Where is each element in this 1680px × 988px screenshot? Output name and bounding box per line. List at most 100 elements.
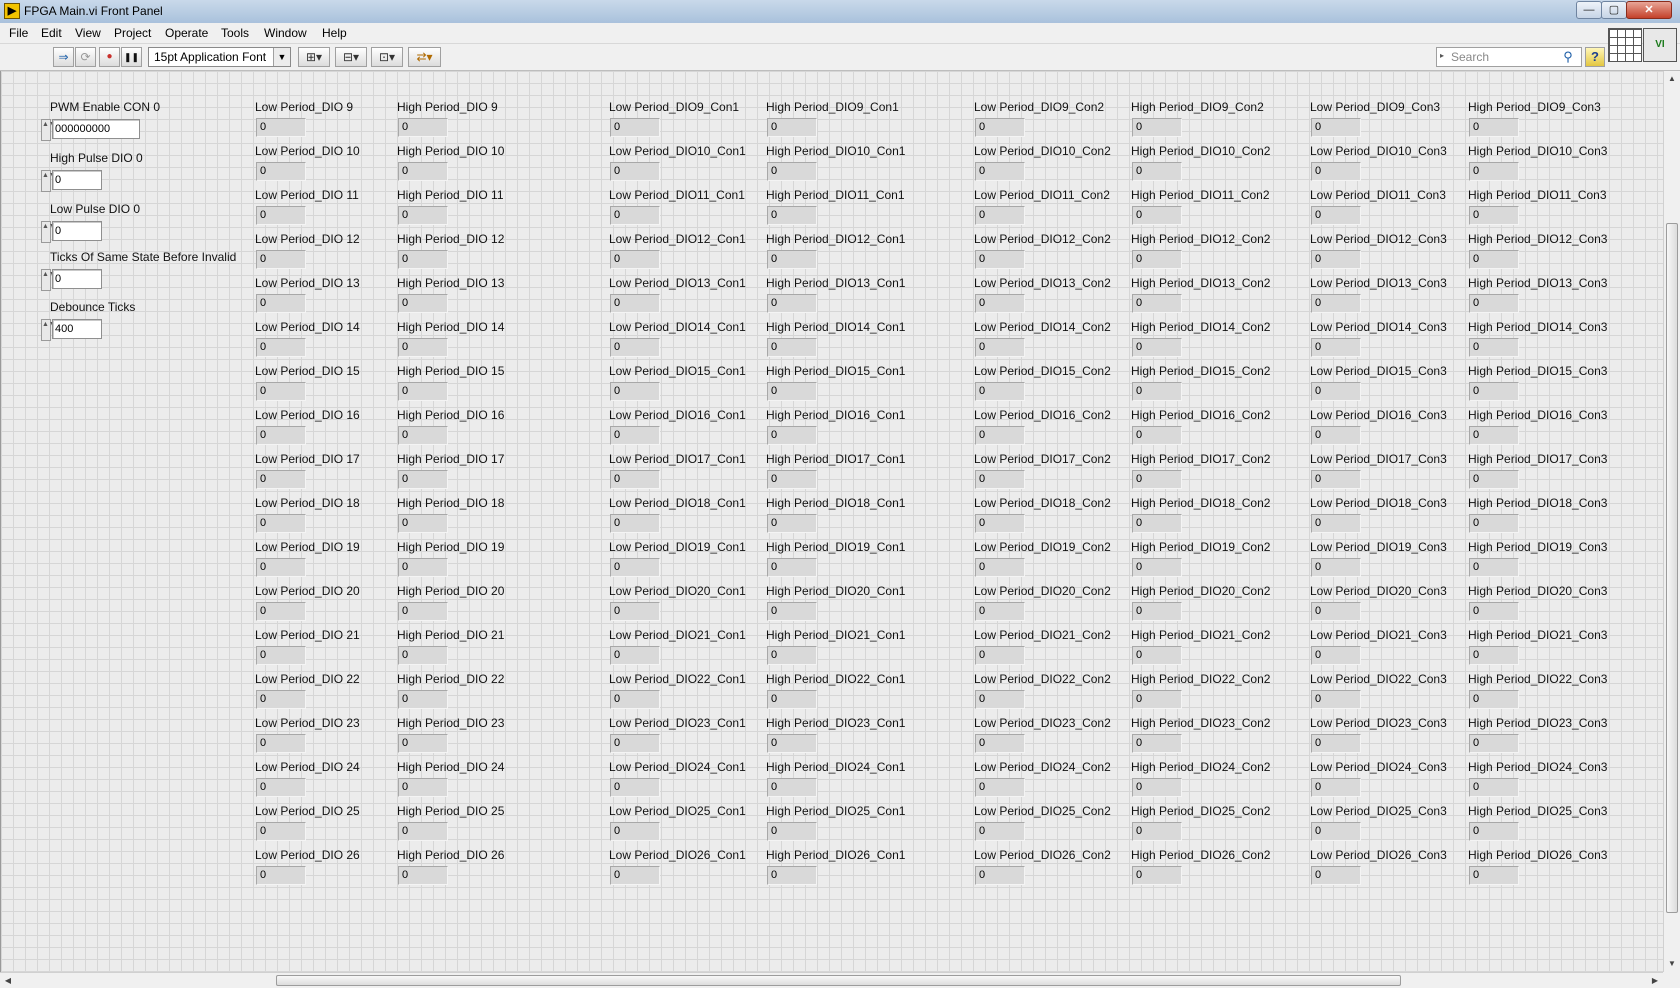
search-icon[interactable]: ⚲ [1559,49,1577,65]
indicator-label: Low Period_DIO26_Con3 [1310,848,1447,862]
menu-operate[interactable]: Operate [165,26,208,40]
indicator-label: High Period_DIO9_Con3 [1468,100,1601,114]
indicator-value: 0 [975,250,1025,269]
run-arrow-icon[interactable]: ⇒ [53,47,74,67]
menu-view[interactable]: View [75,26,101,40]
low-period-indicator: Low Period_DIO22_Con1 0 [609,672,759,716]
low-period-indicator: Low Period_DIO22_Con3 0 [1310,672,1460,716]
indicator-value: 0 [1469,778,1519,797]
indicator-label: Low Period_DIO 25 [255,804,360,818]
scroll-down-icon[interactable]: ▼ [1664,956,1680,972]
low-period-indicator: Low Period_DIO26_Con2 0 [974,848,1124,892]
indicator-value: 0 [767,646,817,665]
indicator-value: 0 [1132,426,1182,445]
search-box[interactable]: ▸ ⚲ [1436,47,1582,67]
high-period-indicator: High Period_DIO 22 0 [397,672,547,716]
menu-project[interactable]: Project [114,26,151,40]
indicator-value: 0 [1132,558,1182,577]
low-period-indicator: Low Period_DIO11_Con3 0 [1310,188,1460,232]
menu-edit[interactable]: Edit [41,26,62,40]
high-period-indicator: High Period_DIO23_Con1 0 [766,716,916,760]
low-period-indicator: Low Period_DIO24_Con3 0 [1310,760,1460,804]
scroll-up-icon[interactable]: ▲ [1664,71,1680,87]
indicator-label: Low Period_DIO16_Con3 [1310,408,1447,422]
high-period-indicator: High Period_DIO19_Con2 0 [1131,540,1281,584]
indicator-value: 0 [1469,382,1519,401]
high-period-indicator: High Period_DIO13_Con3 0 [1468,276,1618,320]
indicator-label: High Period_DIO16_Con2 [1131,408,1271,422]
scroll-left-icon[interactable]: ◀ [0,973,16,988]
run-continuously-icon[interactable]: ⟳ [75,47,96,67]
low-period-indicator: Low Period_DIO11_Con2 0 [974,188,1124,232]
indicator-value: 0 [1132,778,1182,797]
title-bar[interactable]: ▶ FPGA Main.vi Front Panel — ▢ ✕ [0,0,1680,24]
low-period-indicator: Low Period_DIO10_Con2 0 [974,144,1124,188]
vertical-scroll-thumb[interactable] [1666,223,1678,913]
high-period-indicator: High Period_DIO17_Con1 0 [766,452,916,496]
low-period-indicator: Low Period_DIO17_Con3 0 [1310,452,1460,496]
menu-file[interactable]: File [9,26,28,40]
distribute-objects-icon[interactable]: ⊟▾ [335,47,367,67]
indicator-label: High Period_DIO15_Con1 [766,364,906,378]
menu-tools[interactable]: Tools [221,26,249,40]
indicator-value: 0 [1469,118,1519,137]
indicator-value: 0 [767,558,817,577]
indicator-label: Low Period_DIO23_Con2 [974,716,1111,730]
low-period-indicator: Low Period_DIO 17 0 [255,452,405,496]
pause-icon[interactable]: ❚❚ [121,47,142,67]
indicator-value: 0 [398,602,448,621]
indicator-value: 0 [256,118,306,137]
high-period-indicator: High Period_DIO11_Con1 0 [766,188,916,232]
low-period-indicator: Low Period_DIO 24 0 [255,760,405,804]
align-objects-icon[interactable]: ⊞▾ [298,47,330,67]
horizontal-scrollbar[interactable]: ◀ ▶ [0,972,1663,988]
vi-icon[interactable]: VI [1643,28,1677,62]
scroll-right-icon[interactable]: ▶ [1647,973,1663,988]
indicator-label: High Period_DIO26_Con3 [1468,848,1608,862]
indicator-label: Low Period_DIO25_Con3 [1310,804,1447,818]
high-period-indicator: High Period_DIO16_Con1 0 [766,408,916,452]
menu-window[interactable]: Window [264,26,307,40]
indicator-label: Low Period_DIO16_Con2 [974,408,1111,422]
indicator-label: Low Period_DIO15_Con3 [1310,364,1447,378]
font-select[interactable]: 15pt Application Font ▼ [148,47,291,67]
low-period-indicator: Low Period_DIO26_Con3 0 [1310,848,1460,892]
indicator-value: 0 [1311,118,1361,137]
indicator-label: High Period_DIO24_Con3 [1468,760,1608,774]
context-help-icon[interactable]: ? [1585,47,1605,67]
horizontal-scroll-thumb[interactable] [276,975,1401,986]
indicator-value: 0 [975,690,1025,709]
search-input[interactable] [1451,49,1555,65]
minimize-button[interactable]: — [1576,1,1602,19]
indicator-value: 0 [975,602,1025,621]
connector-pane-icon[interactable] [1608,28,1642,62]
resize-grip[interactable] [1663,972,1680,988]
indicator-value: 0 [256,778,306,797]
low-period-indicator: Low Period_DIO 22 0 [255,672,405,716]
high-period-indicator: High Period_DIO17_Con3 0 [1468,452,1618,496]
indicator-label: High Period_DIO23_Con3 [1468,716,1608,730]
low-period-indicator: Low Period_DIO14_Con1 0 [609,320,759,364]
indicator-value: 0 [1469,602,1519,621]
indicator-value: 0 [1311,426,1361,445]
indicator-label: High Period_DIO18_Con2 [1131,496,1271,510]
low-period-indicator: Low Period_DIO12_Con1 0 [609,232,759,276]
indicator-label: Low Period_DIO13_Con1 [609,276,746,290]
indicator-label: High Period_DIO20_Con2 [1131,584,1271,598]
low-period-indicator: Low Period_DIO25_Con3 0 [1310,804,1460,848]
abort-execution-icon[interactable]: ● [99,47,120,67]
low-period-indicator: Low Period_DIO9_Con1 0 [609,100,759,144]
menu-help[interactable]: Help [322,26,347,40]
indicator-value: 0 [398,866,448,885]
indicator-label: High Period_DIO9_Con2 [1131,100,1264,114]
indicator-label: Low Period_DIO11_Con2 [974,188,1110,202]
maximize-button[interactable]: ▢ [1601,1,1627,19]
search-arrow-icon: ▸ [1440,51,1445,60]
resize-objects-icon[interactable]: ⊡▾ [371,47,403,67]
indicator-value: 0 [1469,162,1519,181]
indicator-value: 0 [1311,382,1361,401]
low-period-indicator: Low Period_DIO 10 0 [255,144,405,188]
vertical-scrollbar[interactable]: ▲ ▼ [1663,71,1680,972]
close-button[interactable]: ✕ [1626,1,1672,19]
reorder-icon[interactable]: ⇄▾ [408,47,441,67]
